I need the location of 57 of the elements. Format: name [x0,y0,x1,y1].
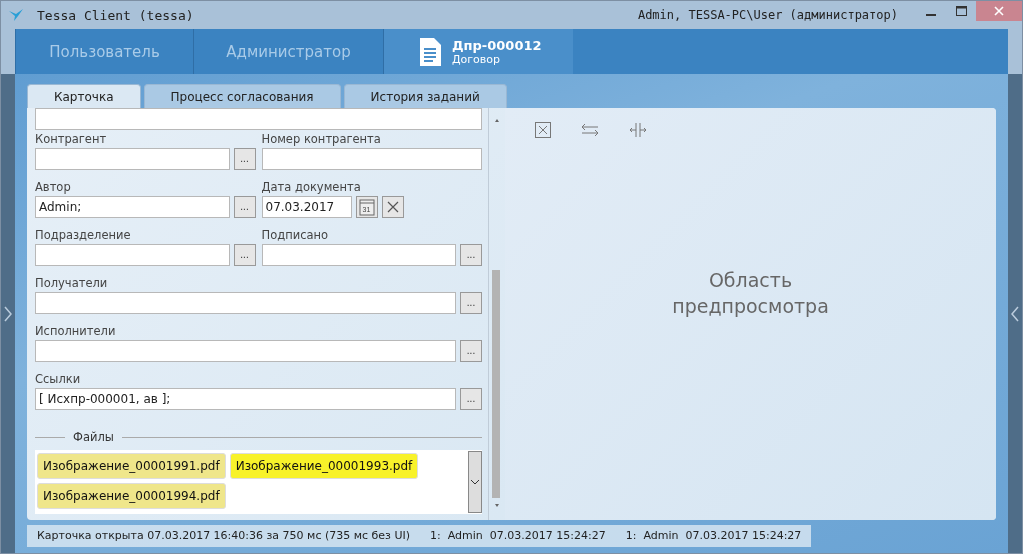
field-label: Контрагент [35,131,108,148]
status-text: Карточка открыта 07.03.2017 16:40:36 за 750 мс (735 мс без UI) [27,525,421,547]
status-text: 1: Admin 07.03.2017 15:24:27 [615,525,812,547]
files-heading: Файлы [73,430,114,444]
browse-button[interactable]: ... [460,340,482,362]
browse-button[interactable]: ... [460,388,482,410]
maximize-icon [955,6,967,16]
date-field[interactable]: 07.03.2017 [261,196,352,218]
browse-button[interactable]: ... [460,292,482,314]
field-label: Дата документа [261,179,362,196]
split-resize-icon[interactable] [629,122,647,138]
field-label: Исполнители [35,323,117,340]
lookup-field[interactable] [261,244,456,266]
expand-button[interactable] [468,451,482,513]
minimize-icon [926,14,936,16]
file-chip[interactable]: Изображение_00001993.pdf [229,453,419,479]
side-panel-toggle[interactable] [1,74,15,553]
document-icon [418,36,442,67]
field-label: Подписано [261,227,330,244]
field-label: Автор [35,179,72,196]
text-field[interactable] [35,108,482,130]
chevron-down-icon [471,479,479,485]
close-icon [386,201,399,213]
document-number: Дпр-000012 [452,37,542,53]
close-icon [994,6,1004,16]
clear-button[interactable] [381,196,404,218]
close-preview-icon[interactable] [535,122,551,138]
status-text: 1: Admin 07.03.2017 15:24:27 [420,525,616,547]
field-label: Номер контрагента [261,131,382,148]
field-label: Ссылки [35,371,82,388]
card-tab[interactable]: История заданий [343,84,507,108]
window-title: Tessa Client (tessa) [37,7,195,23]
lookup-field[interactable] [35,292,456,314]
browse-button[interactable]: ... [460,244,482,266]
browse-button[interactable]: ... [233,244,256,266]
document-type: Договор [452,52,501,66]
file-chip[interactable]: Изображение_00001991.pdf [37,453,226,479]
lookup-field[interactable] [35,244,230,266]
chevron-right-icon[interactable] [4,305,12,322]
lookup-field[interactable]: [ Исхпр-000001, ав ]; [35,388,456,410]
chevron-left-icon[interactable] [1011,305,1019,322]
field-label: Подразделение [35,227,132,244]
lookup-field[interactable]: Admin; [35,196,230,218]
preview-caption: Область предпросмотра [672,268,829,319]
browse-button[interactable]: ... [233,196,256,218]
swap-arrows-icon[interactable] [581,122,599,138]
text-field[interactable] [261,148,482,170]
field-label: Получатели [35,275,109,292]
card-tab[interactable]: Карточка [27,84,141,108]
file-chip[interactable]: Изображение_00001994.pdf [37,483,226,509]
lookup-field[interactable] [35,148,230,170]
lookup-field[interactable] [35,340,456,362]
browse-button[interactable]: ... [233,148,256,170]
side-panel-toggle[interactable] [1008,74,1022,553]
bird-logo-icon [9,9,23,21]
user-name: Admin, TESSA-PC\User (администратор) [637,8,898,22]
card-tab[interactable]: Процесс согласования [143,84,341,108]
